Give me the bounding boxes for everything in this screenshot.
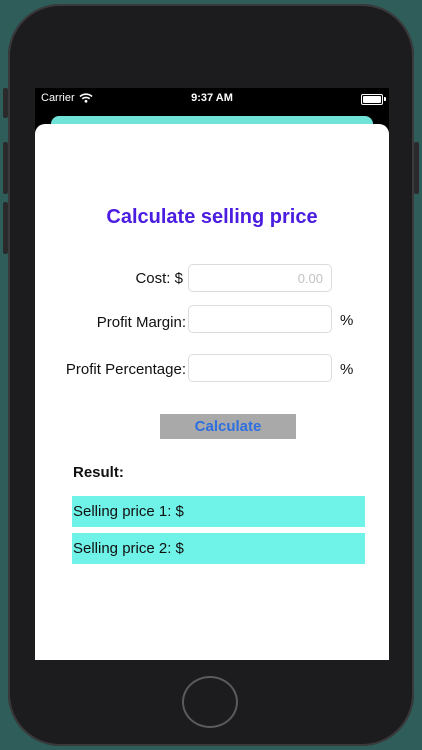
- calculate-button[interactable]: Calculate: [160, 414, 296, 439]
- volume-up-button: [3, 142, 8, 194]
- home-button[interactable]: [182, 676, 238, 728]
- profit-margin-label: Profit Margin:: [96, 314, 186, 331]
- battery-icon: [361, 94, 383, 105]
- profit-margin-unit: %: [340, 312, 354, 329]
- profit-percentage-input[interactable]: [188, 354, 332, 382]
- cost-label: Cost: $: [135, 270, 183, 287]
- selling-price-1: Selling price 1: $: [72, 496, 365, 527]
- modal-sheet: Calculate selling price Cost: $ Profit M…: [35, 124, 389, 660]
- battery-tip: [384, 97, 386, 101]
- profit-margin-input[interactable]: [188, 305, 332, 333]
- cost-input[interactable]: [188, 264, 332, 292]
- profit-percentage-label: Profit Percentage:: [65, 361, 186, 378]
- result-label: Result:: [73, 464, 124, 481]
- side-button: [3, 88, 8, 118]
- power-button: [414, 142, 419, 194]
- status-time: 9:37 AM: [191, 92, 233, 104]
- page-title: Calculate selling price: [106, 206, 318, 228]
- screen: Carrier 9:37 AM Calculate selling price …: [35, 88, 389, 660]
- volume-down-button: [3, 202, 8, 254]
- status-bar: Carrier 9:37 AM: [35, 88, 389, 110]
- selling-price-2: Selling price 2: $: [72, 533, 365, 564]
- profit-percentage-unit: %: [340, 361, 354, 378]
